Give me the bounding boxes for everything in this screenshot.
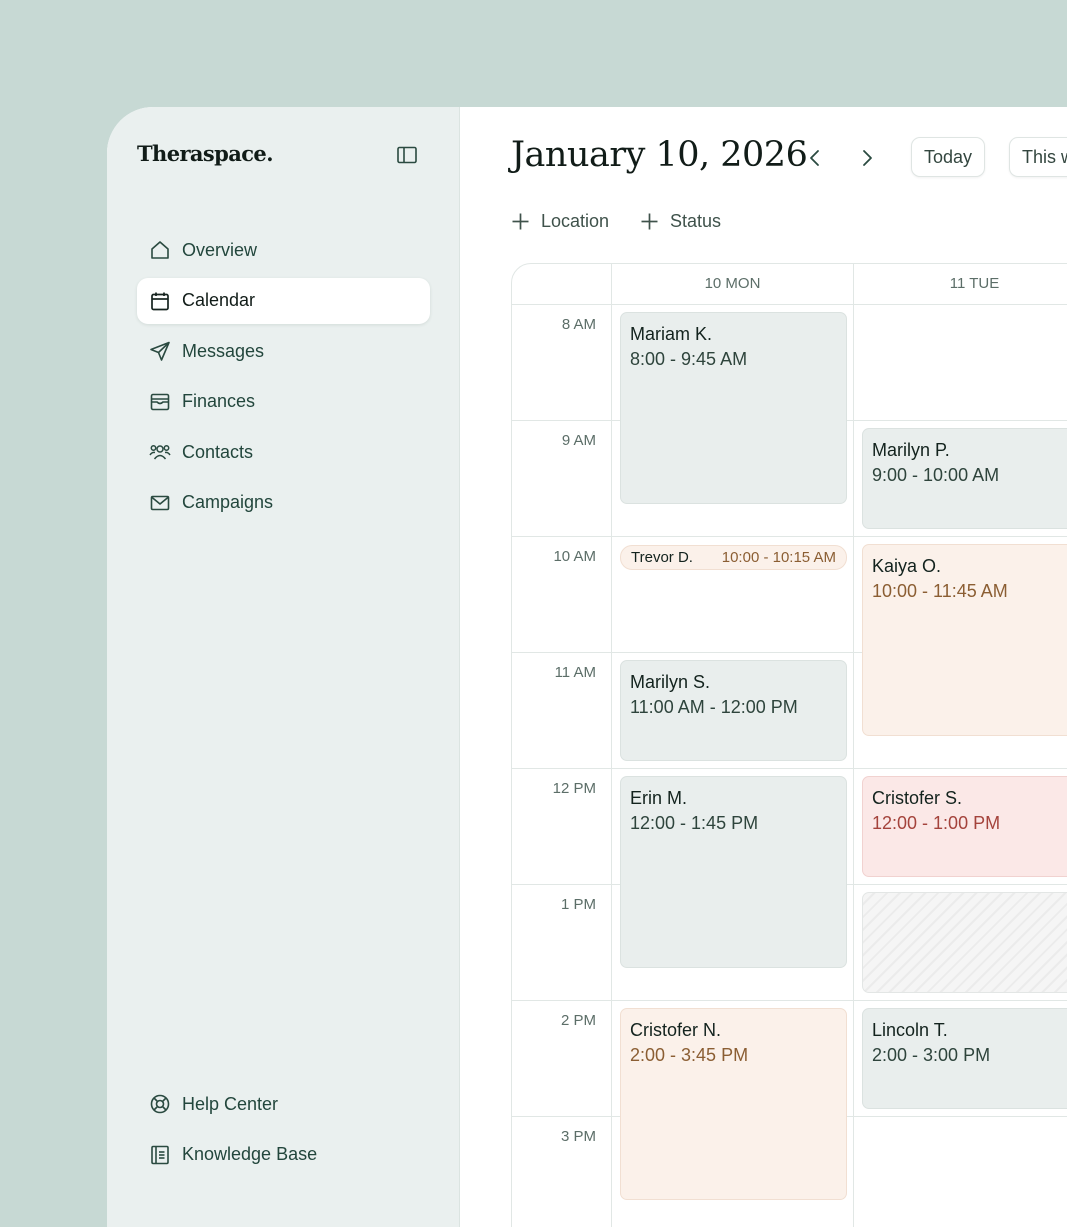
calendar-main: January 10, 2026 Today This week Locatio… [460,107,1067,1227]
appointment-card[interactable]: Lincoln T. 2:00 - 3:00 PM [862,1008,1067,1109]
sidebar-item-label: Campaigns [182,492,274,513]
sidebar-item-help-center[interactable]: Help Center [137,1081,430,1127]
appointment-client: Cristofer S. [872,788,963,808]
sidebar-item-label: Overview [182,239,258,260]
time-label: 3 PM [560,1128,596,1145]
view-range-button[interactable]: This week [1009,137,1067,177]
appointment-time: 10:00 - 11:45 AM [872,581,1008,601]
sidebar-item-label: Help Center [182,1093,279,1114]
time-label: 2 PM [560,1012,596,1029]
sidebar-item-label: Finances [182,391,256,412]
week-calendar-grid: 10 MON 11 TUE 8 AM 9 AM 10 AM 11 AM 12 P… [511,263,1067,1227]
app-window: Theraspace. Overview Calendar Messages F… [107,107,1067,1227]
appointment-time: 9:00 - 10:00 AM [872,465,1000,485]
sidebar-item-calendar[interactable]: Calendar [137,277,430,324]
appointment-time: 12:00 - 1:00 PM [872,813,1001,833]
appointment-time: 11:00 AM - 12:00 PM [630,697,798,717]
location-filter-label: Location [541,210,610,231]
next-arrow-icon[interactable] [854,145,880,171]
appointment-client: Trevor D. [631,548,693,566]
lifebuoy-icon [149,1093,171,1115]
sidebar-item-label: Knowledge Base [182,1144,318,1165]
footer-nav: Help Center Knowledge Base [137,1081,430,1182]
sidebar-item-finances[interactable]: Finances [137,379,430,425]
blocked-time-slot[interactable] [862,892,1067,993]
appointment-client: Erin M. [630,788,688,808]
sidebar-item-label: Messages [182,340,265,361]
sidebar-toggle-icon[interactable] [396,145,418,165]
sidebar-item-label: Contacts [182,441,254,462]
appointment-card[interactable]: Erin M. 12:00 - 1:45 PM [620,776,847,968]
appointment-card[interactable]: Cristofer S. 12:00 - 1:00 PM [862,776,1067,877]
send-icon [149,340,171,362]
calendar-icon [149,290,171,312]
appointment-time: 10:00 - 10:15 AM [721,548,836,566]
header-divider [512,304,1067,305]
add-location-filter[interactable]: Location [511,209,609,233]
add-status-filter[interactable]: Status [640,209,721,233]
appointment-time: 8:00 - 9:45 AM [630,349,748,369]
mail-icon [149,492,171,514]
time-label: 1 PM [560,896,596,913]
book-icon [149,1144,171,1166]
appointment-card[interactable]: Marilyn P. 9:00 - 10:00 AM [862,428,1067,529]
status-filter-label: Status [670,210,722,231]
appointment-time: 12:00 - 1:45 PM [630,813,759,833]
sidebar-item-contacts[interactable]: Contacts [137,429,430,475]
day-header-tue[interactable]: 11 TUE [854,275,1067,292]
time-label: 10 AM [553,548,596,565]
time-label: 11 AM [554,664,596,681]
appointment-time: 2:00 - 3:45 PM [630,1045,749,1065]
appointment-time: 2:00 - 3:00 PM [872,1045,991,1065]
users-icon [149,441,171,463]
gutter-divider [611,264,612,1227]
hour-divider [512,1000,1067,1001]
wallet-icon [149,391,171,413]
sidebar-item-knowledge-base[interactable]: Knowledge Base [137,1132,430,1178]
app-logo: Theraspace. [137,141,274,166]
plus-icon [512,213,529,229]
day-header-mon[interactable]: 10 MON [612,275,853,292]
sidebar-item-label: Calendar [182,290,256,311]
previous-arrow-icon[interactable] [802,145,828,171]
main-nav: Overview Calendar Messages Finances Cont… [137,227,430,531]
sidebar-item-overview[interactable]: Overview [137,227,430,273]
appointment-card[interactable]: Marilyn S. 11:00 AM - 12:00 PM [620,660,847,761]
plus-icon [641,213,658,229]
sidebar-item-campaigns[interactable]: Campaigns [137,480,430,526]
appointment-client: Mariam K. [630,324,713,344]
day-divider [853,264,854,1227]
appointment-card[interactable]: Trevor D. 10:00 - 10:15 AM [620,545,847,570]
home-icon [149,239,171,261]
page-title: January 10, 2026 [511,135,808,175]
time-label: 9 AM [561,432,596,449]
appointment-client: Marilyn S. [630,672,711,692]
sidebar-item-messages[interactable]: Messages [137,328,430,374]
time-label: 8 AM [561,316,596,333]
appointment-client: Cristofer N. [630,1020,722,1040]
hour-divider [512,536,1067,537]
appointment-client: Marilyn P. [872,440,950,460]
appointment-client: Lincoln T. [872,1020,948,1040]
sidebar: Theraspace. Overview Calendar Messages F… [107,107,460,1227]
appointment-card[interactable]: Kaiya O. 10:00 - 11:45 AM [862,544,1067,736]
appointment-client: Kaiya O. [872,556,942,576]
appointment-card[interactable]: Mariam K. 8:00 - 9:45 AM [620,312,847,504]
today-button[interactable]: Today [911,137,986,177]
time-label: 12 PM [552,780,596,797]
hour-divider [512,768,1067,769]
appointment-card[interactable]: Cristofer N. 2:00 - 3:45 PM [620,1008,847,1200]
